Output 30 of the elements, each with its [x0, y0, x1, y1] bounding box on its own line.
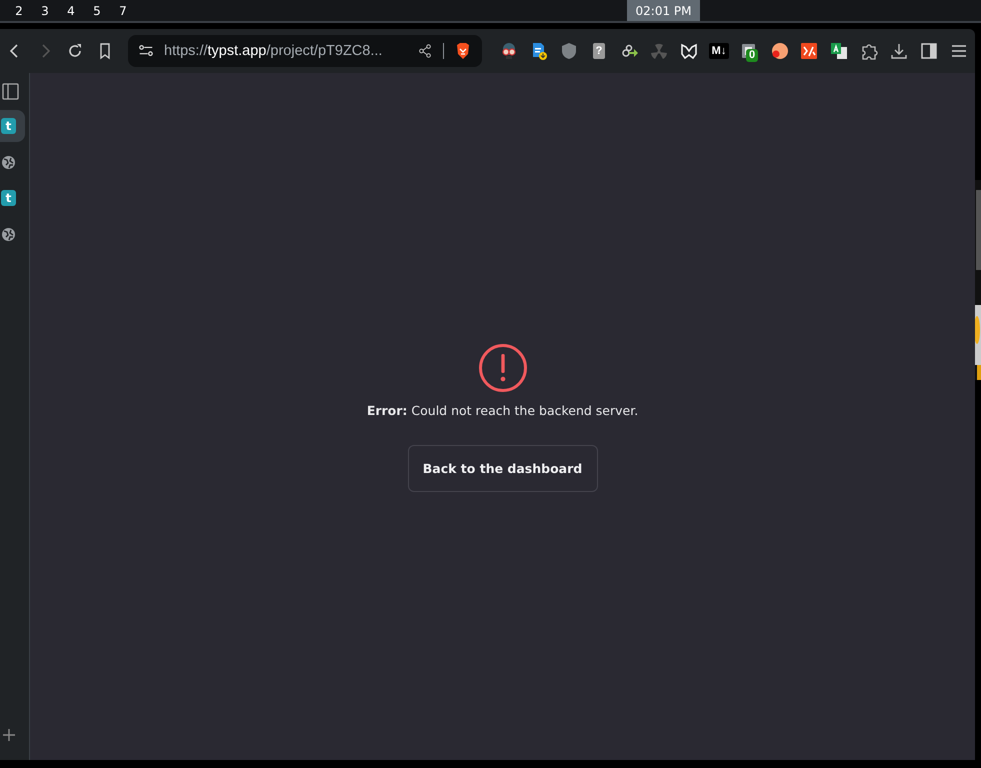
download-icon[interactable]: [890, 42, 908, 60]
sidebar-icon[interactable]: [920, 42, 938, 60]
back-to-dashboard-button[interactable]: Back to the dashboard: [408, 445, 598, 492]
notification-badge: 0: [746, 49, 758, 62]
error-message: Error: Could not reach the backend server.: [366, 403, 638, 418]
reload-icon[interactable]: [66, 42, 84, 60]
workspace-number[interactable]: 4: [58, 4, 84, 18]
clock: 02:01 PM: [627, 0, 700, 21]
site-settings-icon[interactable]: [138, 43, 154, 59]
workspace-number[interactable]: 3: [32, 4, 58, 18]
extensions-icon[interactable]: [860, 42, 878, 60]
workspace-number[interactable]: 2: [6, 4, 32, 18]
workspace-number[interactable]: 5: [84, 4, 110, 18]
extension-icon[interactable]: M↓: [708, 43, 730, 59]
workspace-number[interactable]: 7: [110, 4, 136, 18]
site-favicon: t: [1, 118, 16, 134]
slash-icon[interactable]: [800, 42, 818, 60]
translate-icon[interactable]: [830, 42, 848, 60]
sidebar-panel-icon[interactable]: [2, 83, 19, 100]
site-favicon: t: [1, 190, 16, 206]
blob-icon[interactable]: [770, 42, 788, 60]
glasses-icon[interactable]: [500, 42, 518, 60]
shield-icon[interactable]: [560, 42, 578, 60]
share-icon[interactable]: [417, 43, 433, 59]
url-text: https://typst.app/project/pT9ZC8...: [164, 43, 384, 59]
error-icon: [478, 343, 528, 393]
add-icon[interactable]: [2, 728, 16, 742]
address-bar[interactable]: https://typst.app/project/pT9ZC8...: [128, 35, 482, 67]
document-icon[interactable]: [530, 42, 548, 60]
link-icon[interactable]: [620, 42, 638, 60]
